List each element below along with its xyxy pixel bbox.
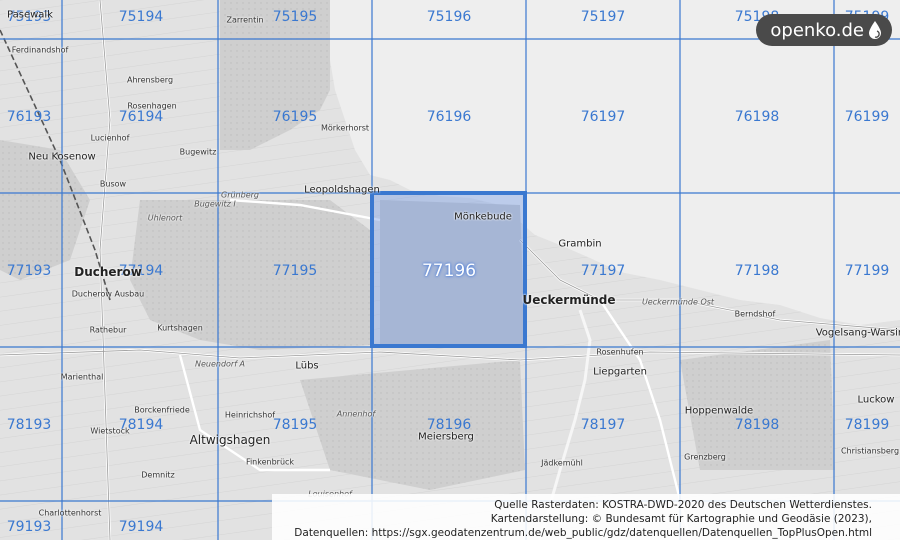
place-label: Ducherow <box>74 265 142 279</box>
place-label: Marienthal <box>60 372 104 382</box>
logo-text: openko.de <box>770 19 864 41</box>
place-label: Ueckermünde Ost <box>641 297 715 307</box>
attribution-line[interactable]: Datenquellen: https://sgx.geodatenzentru… <box>272 526 872 540</box>
grid-cell-label[interactable]: 76197 <box>581 109 626 125</box>
place-label: Christiansberg <box>840 446 900 456</box>
grid-cell-label[interactable]: 75196 <box>427 9 472 25</box>
grid-cell-label[interactable]: 77193 <box>7 263 52 279</box>
place-label: Vogelsang-Warsin <box>815 327 900 339</box>
grid-cell-label[interactable]: 77197 <box>581 263 626 279</box>
openko-logo[interactable]: openko.de <box>756 14 892 46</box>
place-label: Heinrichshof <box>224 410 276 420</box>
place-label: Ducherow Ausbau <box>71 289 145 299</box>
place-label: Annenhof <box>336 409 376 419</box>
place-label: Pasewalk <box>7 9 53 21</box>
place-label: Lübs <box>295 360 319 372</box>
place-label: Rosenhagen <box>127 101 177 111</box>
place-label: Ferdinandshof <box>11 45 69 55</box>
grid-cell-label[interactable]: 78195 <box>273 417 318 433</box>
place-label: Neu Kosenow <box>28 151 96 163</box>
attribution-line: Kartendarstellung: © Bundesamt für Karto… <box>490 513 872 525</box>
place-label: Leopoldshagen <box>304 184 380 196</box>
place-label: Rathebur <box>89 325 127 335</box>
grid-cell-label[interactable]: 76193 <box>7 109 52 125</box>
attribution-line: Quelle Rasterdaten: KOSTRA-DWD-2020 des … <box>494 499 872 511</box>
place-label: Neuendorf A <box>194 359 246 369</box>
place-label: Zarrentin <box>226 15 264 25</box>
place-label: Mönkebude <box>454 211 512 223</box>
grid-cell-label[interactable]: 77198 <box>735 263 780 279</box>
place-label: Grenzberg <box>684 452 726 462</box>
place-label: Jädkemühl <box>541 458 583 468</box>
grid-cell-label[interactable]: 78197 <box>581 417 626 433</box>
place-label: Hoppenwalde <box>684 405 754 417</box>
map-view[interactable]: 7519375194751957519675197751987519976193… <box>0 0 900 540</box>
grid-cell-label[interactable]: 75194 <box>119 9 164 25</box>
forest-area <box>300 360 525 490</box>
place-label: Borckenfriede <box>134 405 190 415</box>
place-label: Demnitz <box>141 470 175 480</box>
place-label: Berndshof <box>734 309 776 319</box>
place-label: Busow <box>99 179 127 189</box>
grid-cell-label[interactable]: 76198 <box>735 109 780 125</box>
grid-cell-label[interactable]: 77196 <box>422 261 476 281</box>
grid-cell-label[interactable]: 78198 <box>735 417 780 433</box>
place-label: Grünberg <box>221 190 259 200</box>
grid-cell-label[interactable]: 77195 <box>273 263 318 279</box>
droplet-icon <box>869 21 881 39</box>
place-label: Rosenhufen <box>596 347 644 357</box>
place-label: Liepgarten <box>593 366 647 378</box>
grid-cell-label[interactable]: 76195 <box>273 109 318 125</box>
grid-cell-label[interactable]: 78199 <box>845 417 890 433</box>
grid-cell-label[interactable]: 75195 <box>273 9 318 25</box>
place-label: Finkenbrück <box>245 457 295 467</box>
place-label: Lucienhof <box>90 133 130 143</box>
place-label: Mörkerhorst <box>320 123 370 133</box>
place-label: Kurtshagen <box>157 323 203 333</box>
place-label: Charlottenhorst <box>38 508 102 518</box>
place-label: Ahrensberg <box>126 75 174 85</box>
grid-cell-label[interactable]: 79194 <box>119 519 164 535</box>
place-label: Ueckermünde <box>522 293 616 307</box>
grid-cell-label[interactable]: 77199 <box>845 263 890 279</box>
place-label: Uhlenort <box>147 213 183 223</box>
place-label: Grambin <box>558 238 602 250</box>
place-label: Luckow <box>857 394 895 406</box>
place-label: Meiersberg <box>418 431 474 443</box>
grid-cell-label[interactable]: 76199 <box>845 109 890 125</box>
place-label: Wietstock <box>90 426 130 436</box>
grid-cell-label[interactable]: 76196 <box>427 109 472 125</box>
place-label: Bugewitz <box>179 147 217 157</box>
grid-cell-label[interactable]: 78193 <box>7 417 52 433</box>
grid-cell-label[interactable]: 76194 <box>119 109 164 125</box>
attribution-box: Quelle Rasterdaten: KOSTRA-DWD-2020 des … <box>272 494 900 540</box>
grid-cell-label[interactable]: 75197 <box>581 9 626 25</box>
place-label: Altwigshagen <box>189 433 271 447</box>
place-label: Bugewitz I <box>194 199 236 209</box>
grid-cell-label[interactable]: 79193 <box>7 519 52 535</box>
